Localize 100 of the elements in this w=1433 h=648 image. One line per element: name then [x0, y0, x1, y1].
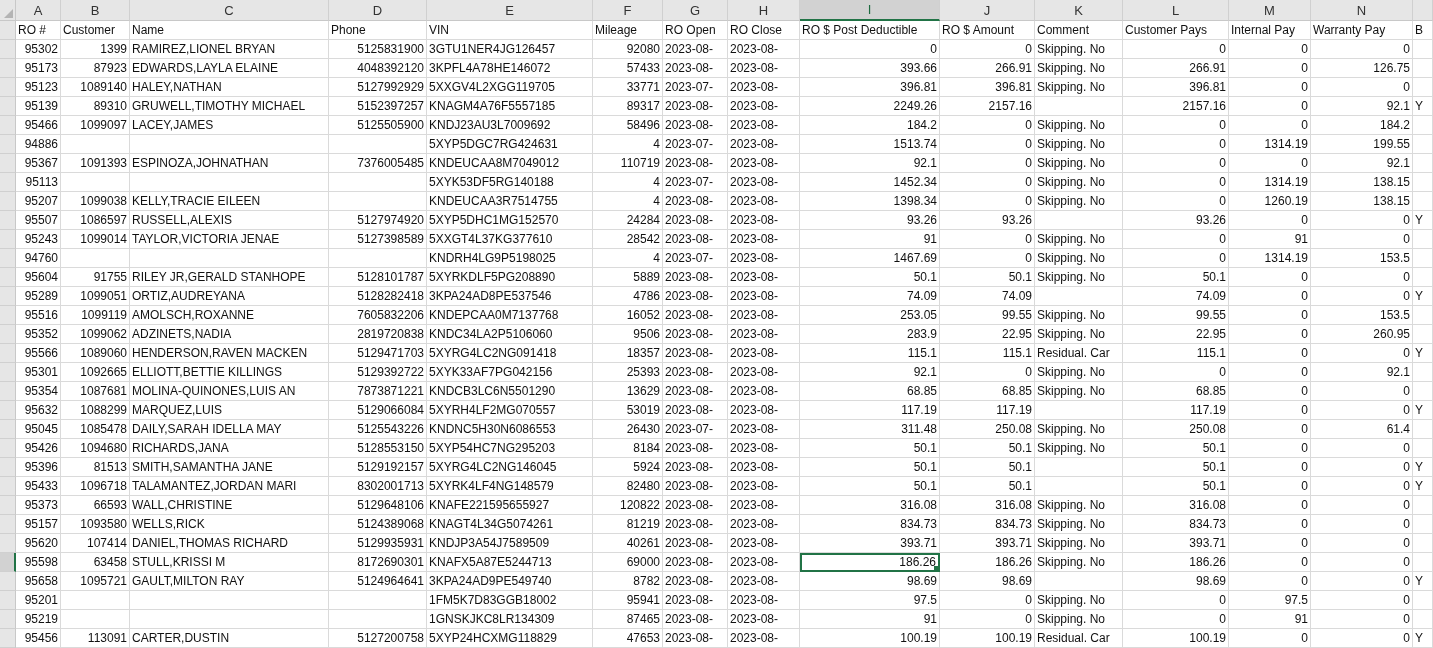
table-cell[interactable]: 87923 [61, 59, 130, 78]
table-cell[interactable]: 18357 [593, 344, 663, 363]
table-cell[interactable]: 40261 [593, 534, 663, 553]
table-cell[interactable]: 5128282418 [329, 287, 427, 306]
table-cell[interactable]: 186.26 [940, 553, 1035, 572]
table-cell[interactable]: 138.15 [1311, 173, 1413, 192]
table-cell[interactable]: Skipping. No [1035, 306, 1123, 325]
table-cell[interactable]: TALAMANTEZ,JORDAN MARI [130, 477, 329, 496]
table-cell[interactable]: 5129648106 [329, 496, 427, 515]
table-cell[interactable]: 0 [1229, 211, 1311, 230]
table-cell[interactable]: 1092665 [61, 363, 130, 382]
table-cell[interactable]: 153.5 [1311, 249, 1413, 268]
table-cell[interactable]: Y [1413, 458, 1433, 477]
table-cell[interactable]: 57433 [593, 59, 663, 78]
table-cell[interactable]: 4 [593, 173, 663, 192]
table-cell[interactable]: 95598 [16, 553, 61, 572]
table-cell[interactable]: 7605832206 [329, 306, 427, 325]
table-cell[interactable]: 0 [1229, 325, 1311, 344]
table-cell[interactable]: Skipping. No [1035, 116, 1123, 135]
empty-cell[interactable] [1035, 458, 1123, 477]
empty-cell[interactable] [1413, 515, 1433, 534]
table-cell[interactable]: 95173 [16, 59, 61, 78]
table-cell[interactable]: Skipping. No [1035, 135, 1123, 154]
table-cell[interactable]: 311.48 [800, 420, 940, 439]
table-cell[interactable]: 393.66 [800, 59, 940, 78]
column-header[interactable]: L [1123, 0, 1229, 21]
table-cell[interactable]: 97.5 [1229, 591, 1311, 610]
empty-cell[interactable] [329, 610, 427, 629]
table-cell[interactable]: 2023-08- [728, 401, 800, 420]
table-cell[interactable]: 0 [940, 173, 1035, 192]
table-cell[interactable]: Skipping. No [1035, 591, 1123, 610]
table-cell[interactable]: 0 [1229, 515, 1311, 534]
table-cell[interactable]: 0 [1311, 287, 1413, 306]
table-cell[interactable]: 1314.19 [1229, 135, 1311, 154]
empty-cell[interactable] [1413, 154, 1433, 173]
table-cell[interactable]: 16052 [593, 306, 663, 325]
table-cell[interactable]: 95123 [16, 78, 61, 97]
table-cell[interactable]: 0 [1229, 116, 1311, 135]
header-cell[interactable]: RO Open [663, 21, 728, 40]
table-cell[interactable]: 98.69 [800, 572, 940, 591]
table-cell[interactable]: 117.19 [800, 401, 940, 420]
table-cell[interactable]: 0 [940, 249, 1035, 268]
table-cell[interactable]: 5129392722 [329, 363, 427, 382]
table-cell[interactable]: 2023-08- [728, 325, 800, 344]
table-cell[interactable]: 7376005485 [329, 154, 427, 173]
empty-cell[interactable] [1035, 287, 1123, 306]
table-cell[interactable]: 2023-08- [663, 230, 728, 249]
empty-cell[interactable] [1413, 116, 1433, 135]
table-cell[interactable]: 0 [1123, 154, 1229, 173]
table-cell[interactable]: 9506 [593, 325, 663, 344]
table-cell[interactable]: 2023-08- [728, 439, 800, 458]
table-cell[interactable]: 5129192157 [329, 458, 427, 477]
table-cell[interactable]: 91 [1229, 230, 1311, 249]
table-cell[interactable]: 81219 [593, 515, 663, 534]
table-cell[interactable]: ADZINETS,NADIA [130, 325, 329, 344]
table-cell[interactable]: 95426 [16, 439, 61, 458]
select-all-icon[interactable] [4, 9, 13, 18]
table-cell[interactable]: 396.81 [800, 78, 940, 97]
table-cell[interactable]: 5XYP54HC7NG295203 [427, 439, 593, 458]
table-cell[interactable]: 250.08 [1123, 420, 1229, 439]
table-cell[interactable]: 2023-08- [728, 154, 800, 173]
column-header[interactable]: A [16, 0, 61, 21]
table-cell[interactable]: 0 [940, 610, 1035, 629]
table-cell[interactable]: 5129471703 [329, 344, 427, 363]
table-cell[interactable]: 0 [1229, 344, 1311, 363]
table-cell[interactable]: 2023-08- [663, 610, 728, 629]
table-cell[interactable]: Skipping. No [1035, 268, 1123, 287]
table-cell[interactable]: 5125831900 [329, 40, 427, 59]
empty-cell[interactable] [329, 173, 427, 192]
table-cell[interactable]: 89310 [61, 97, 130, 116]
table-cell[interactable]: 2023-08- [728, 629, 800, 648]
table-cell[interactable]: 3KPA24AD9PE549740 [427, 572, 593, 591]
empty-cell[interactable] [1413, 325, 1433, 344]
table-cell[interactable]: 2023-08- [728, 192, 800, 211]
column-header[interactable]: D [329, 0, 427, 21]
table-cell[interactable]: 834.73 [940, 515, 1035, 534]
table-cell[interactable]: 2023-08- [663, 211, 728, 230]
table-cell[interactable]: 0 [1311, 496, 1413, 515]
table-cell[interactable]: 2023-08- [663, 629, 728, 648]
table-cell[interactable]: 5XYRH4LF2MG070557 [427, 401, 593, 420]
table-cell[interactable]: 95566 [16, 344, 61, 363]
column-header[interactable] [1413, 0, 1433, 21]
empty-cell[interactable] [1413, 306, 1433, 325]
table-cell[interactable]: 50.1 [1123, 439, 1229, 458]
table-cell[interactable]: 2023-08- [663, 458, 728, 477]
table-cell[interactable]: Skipping. No [1035, 420, 1123, 439]
table-cell[interactable]: 92.1 [1311, 154, 1413, 173]
table-cell[interactable]: 184.2 [800, 116, 940, 135]
table-cell[interactable]: 138.15 [1311, 192, 1413, 211]
table-cell[interactable]: 2023-08- [728, 306, 800, 325]
table-cell[interactable]: 316.08 [940, 496, 1035, 515]
header-cell[interactable]: Comment [1035, 21, 1123, 40]
table-cell[interactable]: 5124964641 [329, 572, 427, 591]
table-cell[interactable]: 0 [1229, 363, 1311, 382]
table-cell[interactable]: 316.08 [1123, 496, 1229, 515]
table-cell[interactable]: 98.69 [940, 572, 1035, 591]
table-cell[interactable]: Skipping. No [1035, 439, 1123, 458]
table-cell[interactable]: ORTIZ,AUDREYANA [130, 287, 329, 306]
table-cell[interactable]: 0 [1311, 382, 1413, 401]
table-cell[interactable]: KNDNC5H30N6086553 [427, 420, 593, 439]
